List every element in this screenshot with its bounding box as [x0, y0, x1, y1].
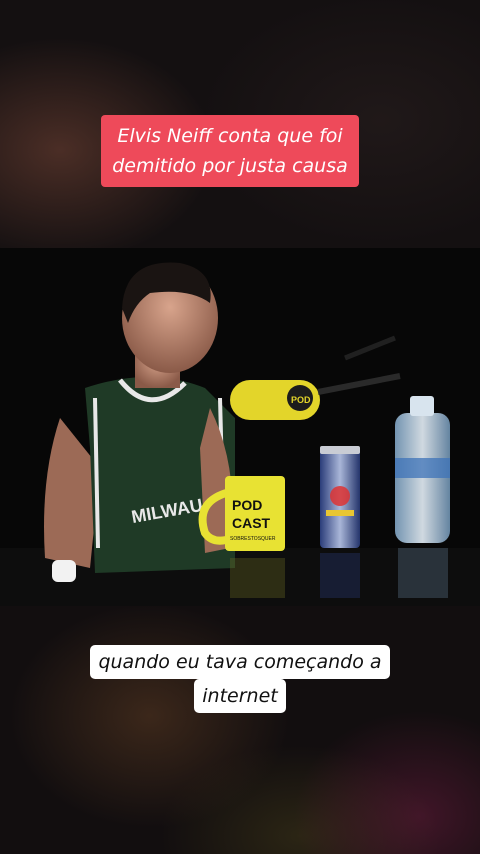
- podcast-scene: MILWAUKEE POD POD CAST SOBRESTOSQUER: [0, 248, 480, 606]
- mug-text-3: SOBRESTOSQUER: [230, 536, 276, 542]
- subtitle-line1: quando eu tava começando a: [90, 645, 390, 679]
- subtitle-line2: internet: [194, 679, 286, 713]
- title-caption-line2: demitido por justa causa: [112, 155, 348, 177]
- svg-text:POD: POD: [291, 395, 311, 405]
- title-caption-line1: Elvis Neiff conta que foi: [117, 125, 343, 147]
- mug-text-2: CAST: [232, 515, 271, 531]
- subtitle: quando eu tava começando a internet: [0, 645, 480, 713]
- title-caption: Elvis Neiff conta que foi demitido por j…: [101, 115, 359, 187]
- video-frame[interactable]: MILWAUKEE POD POD CAST SOBRESTOSQUER: [0, 248, 480, 606]
- mug-text-1: POD: [232, 497, 262, 513]
- bottom-background: [0, 606, 480, 854]
